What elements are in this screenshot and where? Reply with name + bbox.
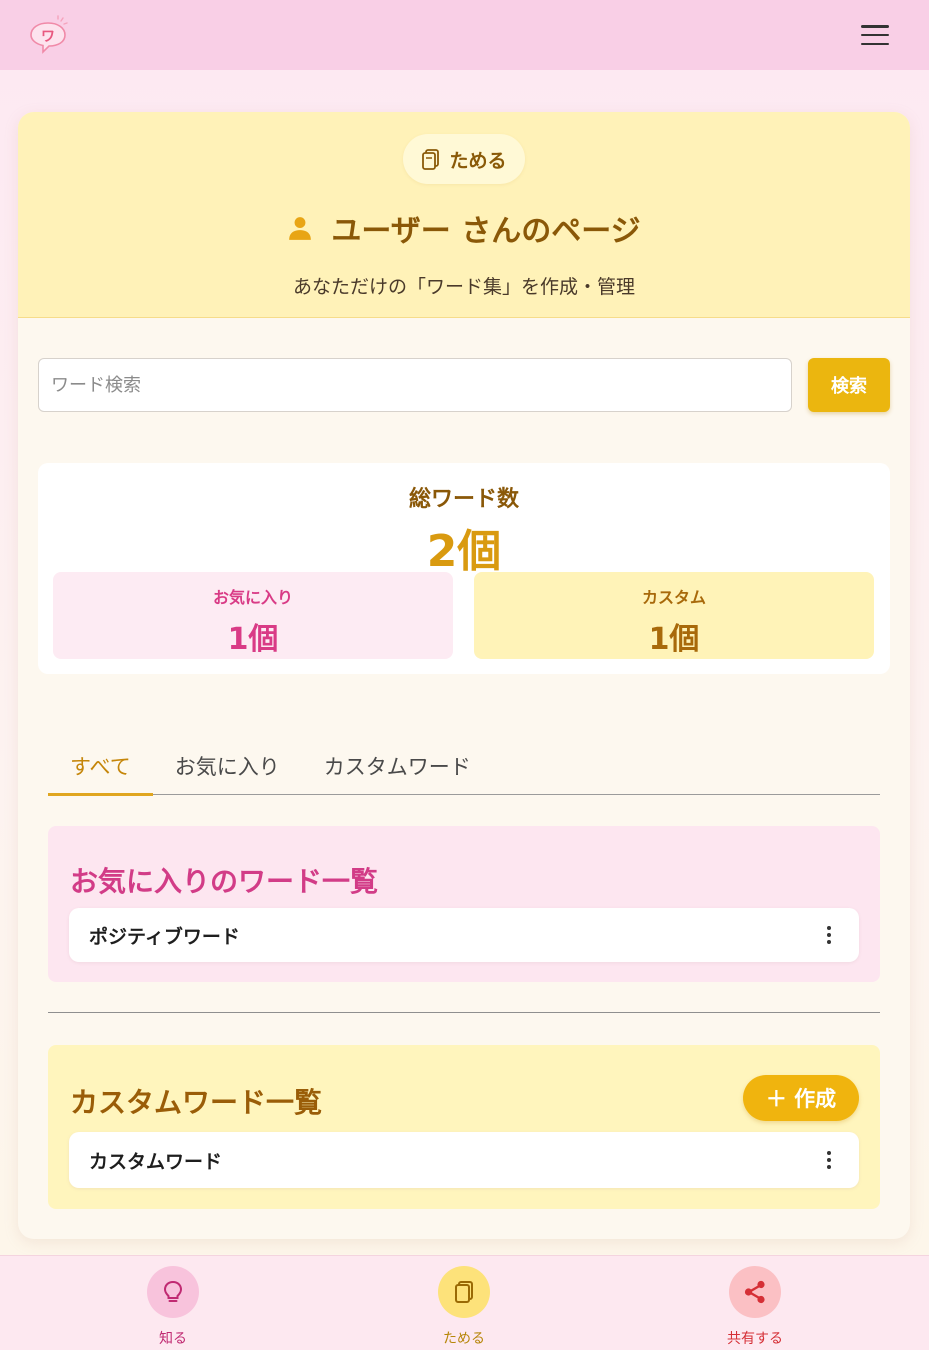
section-badge-label: ためる	[449, 149, 507, 172]
app-logo[interactable]: ワ	[28, 15, 68, 55]
hamburger-icon-bar	[861, 42, 889, 45]
nav-label: 知る	[159, 1331, 187, 1347]
custom-section-title: カスタムワード一覧	[70, 1086, 323, 1119]
notebook-icon	[455, 1281, 473, 1303]
more-options-icon[interactable]	[819, 923, 839, 947]
nav-label: ためる	[443, 1331, 485, 1347]
word-text: カスタムワード	[89, 1150, 223, 1173]
favorites-section-title: お気に入りのワード一覧	[70, 865, 379, 898]
nav-item-save[interactable]: ためる	[404, 1266, 524, 1348]
nav-item-share[interactable]: 共有する	[695, 1266, 815, 1348]
main-card: ためる ユーザー さんのページ あなただけの「ワード集」を作成・管理 検索 総ワ…	[18, 112, 910, 1239]
nav-icon-circle	[729, 1266, 781, 1318]
more-options-icon[interactable]	[819, 1148, 839, 1172]
section-badge: ためる	[403, 134, 525, 184]
search-button[interactable]: 検索	[808, 358, 890, 412]
hamburger-icon-bar	[861, 25, 889, 28]
hamburger-menu-button[interactable]	[861, 23, 889, 47]
list-item[interactable]: ポジティブワード	[69, 908, 859, 962]
search-input[interactable]	[38, 358, 792, 412]
page-header: ためる ユーザー さんのページ あなただけの「ワード集」を作成・管理	[18, 112, 910, 318]
logo-speech-bubble-icon: ワ	[30, 15, 68, 54]
custom-count-value: 1個	[648, 622, 700, 657]
favorites-count-card: お気に入り 1個	[53, 572, 453, 659]
nav-icon-circle	[438, 1266, 490, 1318]
search-bar: 検索	[38, 358, 890, 412]
custom-count-label: カスタム	[641, 588, 706, 607]
custom-words-section: カスタムワード一覧 ＋ 作成 カスタムワード	[48, 1045, 880, 1209]
logo-text: ワ	[41, 29, 55, 45]
page-title-text: ユーザー さんのページ	[331, 214, 641, 249]
nav-item-know[interactable]: 知る	[113, 1266, 233, 1348]
page-subtitle: あなただけの「ワード集」を作成・管理	[292, 276, 635, 298]
custom-count-card: カスタム 1個	[474, 572, 874, 659]
list-item[interactable]: カスタムワード	[69, 1132, 859, 1188]
bottom-navigation: 知る ためる 共有する	[0, 1255, 929, 1350]
create-word-button[interactable]: ＋ 作成	[743, 1075, 859, 1121]
tab-custom-words[interactable]: カスタムワード	[302, 737, 493, 795]
share-icon	[744, 1280, 765, 1304]
favorites-section: お気に入りのワード一覧 ポジティブワード	[48, 826, 880, 982]
word-filter-tabs: すべて お気に入り カスタムワード	[48, 737, 880, 796]
total-words-label: 総ワード数	[408, 487, 519, 512]
favorites-count-value: 1個	[227, 622, 279, 657]
lightbulb-icon	[163, 1280, 183, 1302]
notebook-icon	[422, 149, 440, 170]
hamburger-icon-bar	[861, 33, 889, 37]
page-title: ユーザー さんのページ	[287, 206, 641, 250]
word-text: ポジティブワード	[89, 925, 240, 948]
section-divider	[48, 1012, 880, 1013]
tab-all[interactable]: すべて	[48, 737, 153, 796]
nav-icon-circle	[147, 1266, 199, 1318]
total-words-value: 2個	[426, 526, 502, 577]
nav-label: 共有する	[727, 1331, 783, 1347]
app-header: ワ	[0, 0, 929, 70]
stats-panel: 総ワード数 2個 お気に入り 1個 カスタム 1個	[38, 463, 890, 674]
favorites-count-label: お気に入り	[212, 588, 293, 607]
user-icon	[289, 217, 312, 240]
tab-favorites[interactable]: お気に入り	[153, 737, 302, 795]
